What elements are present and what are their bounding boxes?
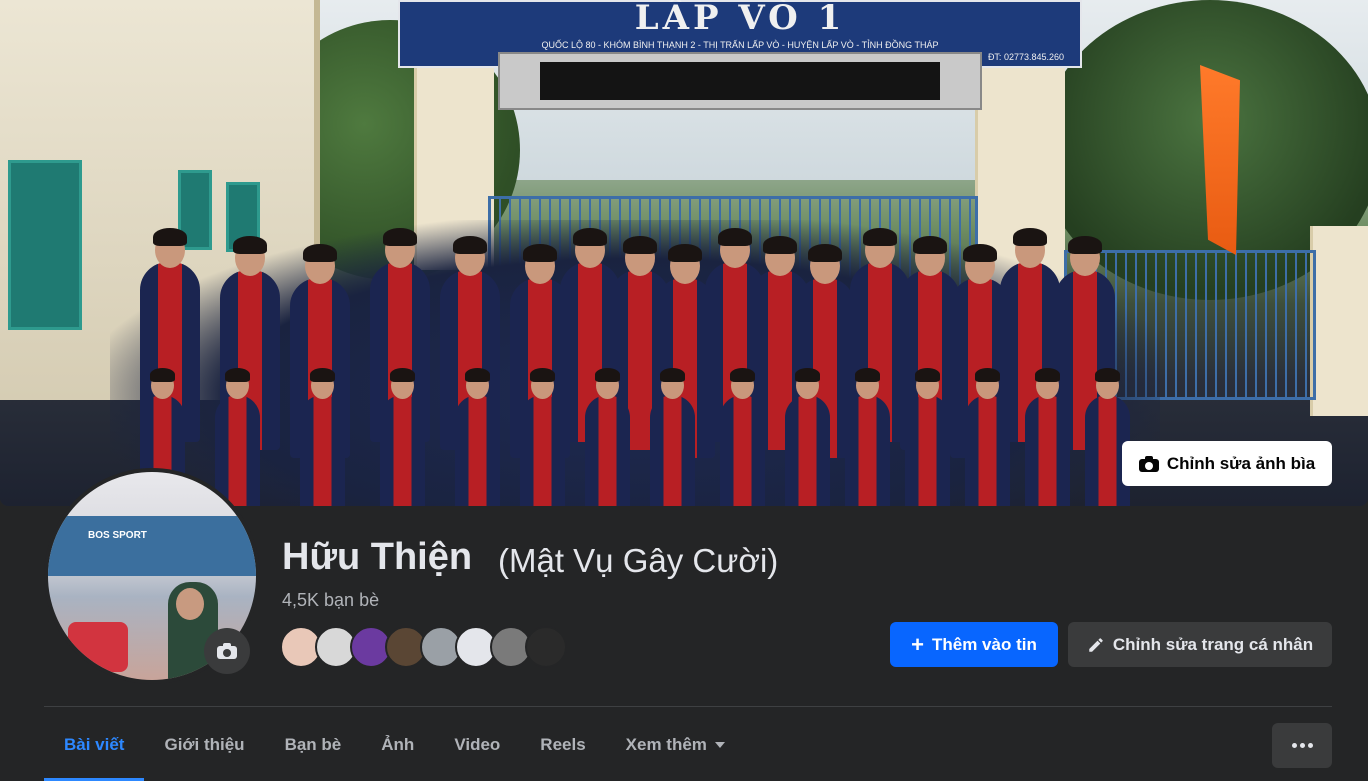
profile-name: Hữu Thiện: [282, 536, 473, 578]
camera-icon: [217, 643, 237, 659]
profile-tabs: Bài viết Giới thiệu Bạn bè Ảnh Video Ree…: [44, 708, 745, 781]
graduate-hair: [523, 244, 557, 262]
friend-avatars-row: [280, 626, 567, 668]
graduate-hair: [1094, 368, 1121, 382]
graduate-gown: [965, 394, 1010, 506]
tab-reels[interactable]: Reels: [520, 708, 605, 781]
edit-cover-button[interactable]: Chỉnh sửa ảnh bìa: [1122, 441, 1332, 486]
friend-avatar[interactable]: [525, 626, 567, 668]
graduate-gown: [650, 394, 695, 506]
graduate-hair: [1013, 228, 1047, 246]
edit-profile-label: Chỉnh sửa trang cá nhân: [1112, 634, 1314, 654]
graduate-hair: [1034, 368, 1061, 382]
graduate-hair: [1068, 236, 1102, 254]
graduate-hair: [573, 228, 607, 246]
graduate-hair: [854, 368, 881, 382]
graduate-hair: [153, 228, 187, 246]
graduate-hair: [668, 244, 702, 262]
graduate-hair: [464, 368, 491, 382]
graduate-gown: [720, 394, 765, 506]
tab-videos[interactable]: Video: [434, 708, 520, 781]
camera-icon: [1138, 455, 1159, 472]
graduate-gown: [785, 394, 830, 506]
graduate-gown: [585, 394, 630, 506]
friends-count-link[interactable]: 4,5K bạn bè: [282, 590, 379, 611]
graduate-gown: [520, 394, 565, 506]
edit-cover-label: Chỉnh sửa ảnh bìa: [1166, 453, 1316, 473]
graduate-hair: [309, 368, 336, 382]
tab-label: Xem thêm: [625, 734, 707, 754]
graduate-gown: [455, 394, 500, 506]
add-to-story-button[interactable]: + Thêm vào tin: [890, 622, 1058, 667]
graduate-gown: [380, 394, 425, 506]
tab-label: Reels: [540, 734, 586, 754]
caret-down-icon: [714, 741, 725, 748]
graduate-hair: [383, 228, 417, 246]
update-avatar-button[interactable]: [204, 628, 250, 674]
tab-label: Video: [454, 734, 501, 754]
graduate-hair: [594, 368, 621, 382]
graduate-hair: [389, 368, 416, 382]
graduate-gown: [1025, 394, 1070, 506]
graduate-hair: [763, 236, 797, 254]
tab-posts[interactable]: Bài viết: [44, 708, 145, 781]
profile-alternate-name: (Mật Vụ Gây Cười): [498, 542, 779, 579]
plus-icon: +: [911, 631, 924, 657]
tab-label: Ảnh: [381, 734, 415, 754]
gate-pillar: [1310, 226, 1368, 416]
graduate-hair: [974, 368, 1001, 382]
graduate-hair: [718, 228, 752, 246]
tab-label: Bạn bè: [284, 734, 342, 754]
cover-photo[interactable]: LẤP VÒ 1 QUỐC LỘ 80 - KHÓM BÌNH THẠNH 2 …: [0, 0, 1368, 506]
graduate-hair: [729, 368, 756, 382]
pencil-icon: [1089, 637, 1103, 652]
graduate-hair: [794, 368, 821, 382]
tab-label: Giới thiệu: [164, 734, 245, 754]
graduate-hair: [963, 244, 997, 262]
tab-label: Bài viết: [64, 734, 125, 754]
graduate-gown: [845, 394, 890, 506]
graduate-hair: [808, 244, 842, 262]
graduate-hair: [913, 236, 947, 254]
tab-about[interactable]: Giới thiệu: [144, 708, 264, 781]
graduate-hair: [863, 228, 897, 246]
graduate-gown: [300, 394, 345, 506]
graduate-gown: [905, 394, 950, 506]
tabs-divider: [44, 706, 1332, 707]
tab-friends[interactable]: Bạn bè: [265, 708, 362, 781]
edit-profile-button[interactable]: Chỉnh sửa trang cá nhân: [1068, 622, 1332, 667]
tab-more[interactable]: Xem thêm: [606, 708, 745, 781]
graduate-hair: [914, 368, 941, 382]
tab-photos[interactable]: Ảnh: [361, 708, 434, 781]
graduate-hair: [659, 368, 686, 382]
graduate-hair: [303, 244, 337, 262]
ellipsis-dot: [1299, 743, 1305, 748]
gate-banner: [498, 52, 982, 110]
ellipsis-dot: [1307, 743, 1313, 748]
graduate-hair: [224, 368, 251, 382]
graduate-hair: [623, 236, 657, 254]
graduate-hair: [453, 236, 487, 254]
avatar-storefront: BOS SPORT: [48, 516, 256, 576]
ellipsis-dot: [1291, 743, 1297, 748]
graduate-hair: [149, 368, 176, 382]
avatar-sign: [68, 622, 128, 672]
more-options-button[interactable]: [1272, 723, 1332, 768]
graduate-gown: [215, 394, 260, 506]
graduate-hair: [529, 368, 556, 382]
cover-window: [8, 160, 82, 330]
graduate-hair: [233, 236, 267, 254]
add-to-story-label: Thêm vào tin: [932, 634, 1037, 654]
school-sign-address: QUỐC LỘ 80 - KHÓM BÌNH THẠNH 2 - THỊ TRẤ…: [541, 40, 939, 50]
school-sign-title: LẤP VÒ 1: [634, 0, 846, 38]
avatar-face: [176, 588, 204, 620]
